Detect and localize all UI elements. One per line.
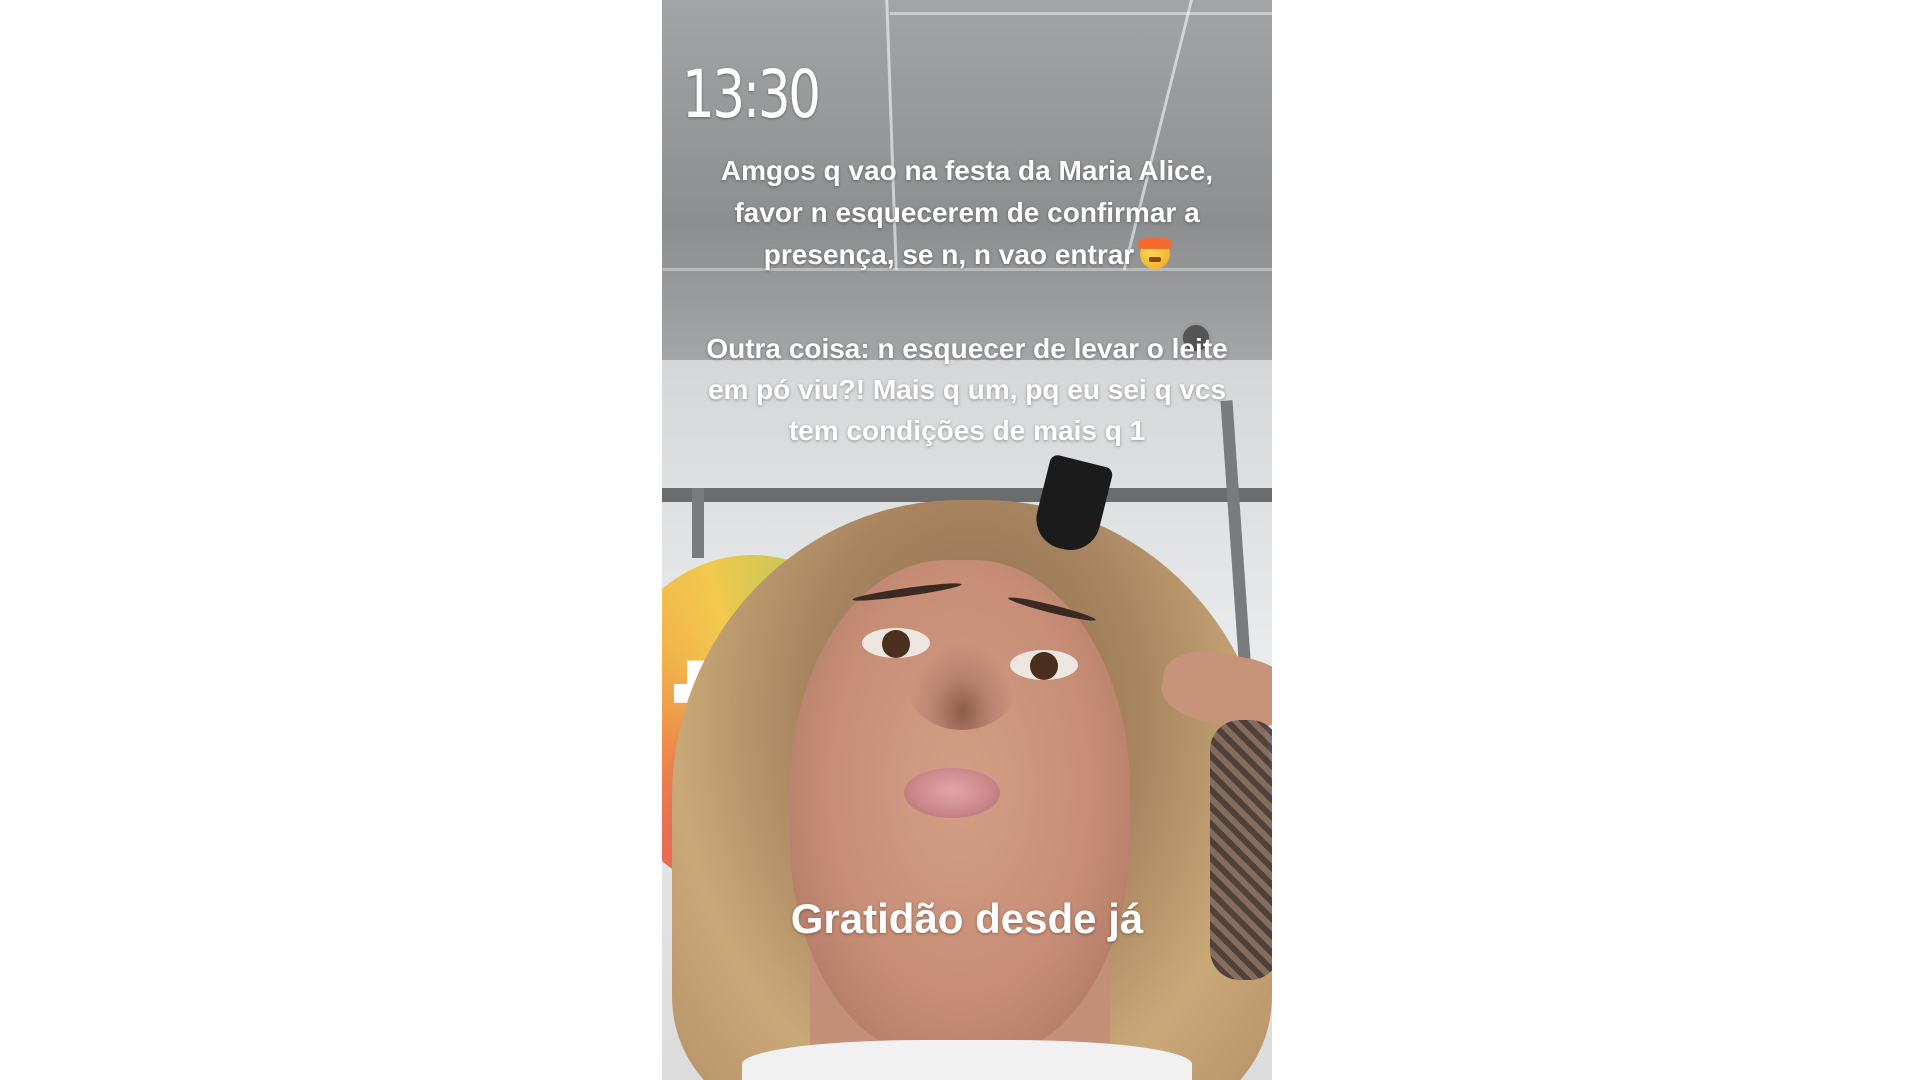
exploding-head-icon [1138,237,1173,269]
story-caption: Gratidão desde já [790,895,1144,942]
story-frame[interactable]: t 13:30 Amgos q vao na festa da Maria Al… [662,0,1272,1080]
ceiling-seam [890,12,1272,15]
rail-post [692,488,704,558]
mouth [904,768,1000,818]
nose [907,640,1017,730]
page: t 13:30 Amgos q vao na festa da Maria Al… [0,0,1920,1080]
story-text-1: Amgos q vao na festa da Maria Alice, fav… [702,150,1232,276]
eye-right [1010,650,1078,680]
shirt [742,1040,1192,1080]
story-text-2: Outra coisa: n esquecer de levar o leite… [706,333,1228,446]
time-sticker: 13:30 [682,56,821,133]
